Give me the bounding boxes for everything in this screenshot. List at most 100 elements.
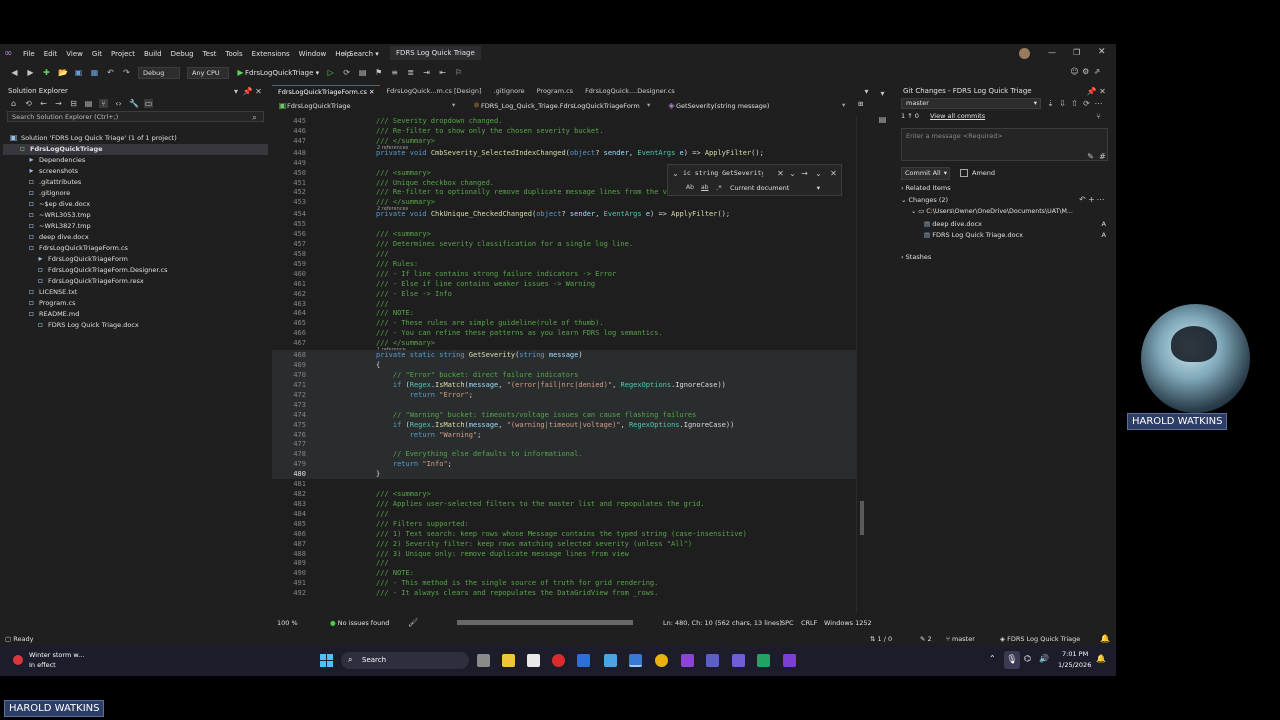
notifications-icon[interactable]: 🔔 (1100, 634, 1110, 643)
search-menu[interactable]: ⌕ Search ▾ (340, 50, 379, 59)
code-line[interactable]: 455 (272, 219, 864, 229)
repository-indicator[interactable]: ◈ FDRS Log Quick Triage (1000, 635, 1080, 643)
code-line[interactable]: 474 // "Warning" bucket: timeouts/voltag… (272, 409, 864, 420)
back-icon[interactable]: ← (39, 99, 48, 108)
code-line[interactable]: 489 /// (272, 558, 864, 568)
bookmark-icon[interactable]: ⚑ (374, 68, 383, 77)
horizontal-scrollbar[interactable] (457, 620, 633, 625)
chevron-down-icon[interactable]: ▾ (878, 89, 887, 98)
pending-changes[interactable]: ✎ 2 (920, 635, 932, 643)
remote-desktop-icon[interactable] (577, 654, 590, 667)
code-line[interactable]: 459 /// Rules: (272, 259, 864, 269)
code-line[interactable]: 490 /// NOTE: (272, 568, 864, 578)
opera-icon[interactable] (552, 654, 565, 667)
code-line[interactable]: 453/// </summary> (272, 197, 864, 207)
weather-title[interactable]: Winter storm w... (29, 651, 84, 659)
code-line[interactable]: 469 { (272, 360, 864, 371)
push-icon[interactable]: ⇧ (1070, 99, 1079, 108)
branch-indicator[interactable]: ⑂ master (946, 635, 975, 643)
pull-icon[interactable]: ⇩ (1058, 99, 1067, 108)
scrollbar-thumb[interactable] (860, 501, 864, 535)
dropdown-icon[interactable]: ▾ (232, 87, 241, 96)
sync-icon[interactable]: ⟳ (1082, 99, 1091, 108)
redo-icon[interactable]: ↷ (122, 68, 131, 77)
show-all-files-icon[interactable]: ▤ (84, 99, 93, 108)
branch-actions-icon[interactable]: ⑂ (1094, 112, 1103, 121)
issues-indicator[interactable]: ● No issues found (330, 619, 389, 627)
find-previous-icon[interactable]: ⌄ (814, 169, 823, 178)
notification-center-icon[interactable]: 🔔 (1096, 654, 1106, 663)
menu-test[interactable]: Test (203, 50, 217, 58)
hash-reference-icon[interactable]: # (1098, 152, 1107, 161)
code-line[interactable]: 487 /// 2) Severity filter: keep rows mat… (272, 539, 864, 549)
tab-4[interactable]: FdrsLogQuick....Designer.cs (579, 85, 681, 98)
tree-item[interactable]: ▫ FDRS Log Quick Triage.docx (3, 320, 268, 331)
code-line[interactable]: 476 return "Warning"; (272, 429, 864, 440)
code-line[interactable]: 484 /// (272, 509, 864, 519)
code-line[interactable]: 462 /// - Else -> Info (272, 289, 864, 299)
tree-item[interactable]: ▫ LICENSE.txt (3, 287, 268, 298)
tab-overflow-icon[interactable]: ▾ (862, 87, 871, 96)
brush-icon[interactable]: 🖌 (408, 618, 418, 627)
menu-tools[interactable]: Tools (225, 50, 242, 58)
tree-item[interactable]: ▸ FdrsLogQuickTriageForm (3, 254, 268, 265)
tree-item[interactable]: ▫ Program.cs (3, 298, 268, 309)
start-debugging-button[interactable]: ▶FdrsLogQuickTriage ▾ (236, 68, 319, 77)
commit-all-button[interactable]: Commit All ▾ (901, 167, 950, 180)
find-next-icon[interactable]: → (800, 169, 809, 178)
tree-item[interactable]: ▫ FdrsLogQuickTriageForm.Designer.cs (3, 265, 268, 276)
line-ending[interactable]: CRLF (801, 619, 817, 627)
changes-section[interactable]: ⌄ Changes (2) (901, 196, 948, 204)
teams-icon[interactable] (706, 654, 719, 667)
forward-icon[interactable]: → (54, 99, 63, 108)
store-icon[interactable] (527, 654, 540, 667)
menu-edit[interactable]: Edit (44, 50, 58, 58)
code-line[interactable]: 492 /// - It always clears and repopulate… (272, 588, 864, 598)
tab-3[interactable]: Program.cs (531, 85, 579, 98)
notepad-icon[interactable] (604, 654, 617, 667)
outdent-icon[interactable]: ⇤ (438, 68, 447, 77)
uncomment-icon[interactable]: ≣ (406, 68, 415, 77)
forward-icon[interactable]: ▶ (26, 68, 35, 77)
maximize-button[interactable]: ❐ (1073, 48, 1080, 57)
code-line[interactable]: 470 // "Error" bucket: direct failure in… (272, 370, 864, 380)
collapse-all-icon[interactable]: ⊟ (69, 99, 78, 108)
code-line[interactable]: 473 (272, 399, 864, 410)
weather-alert-icon[interactable] (13, 655, 23, 665)
split-editor-icon[interactable]: ⊞ (858, 100, 863, 108)
code-line[interactable]: 475 if (Regex.IsMatch(message, "(warning… (272, 419, 864, 430)
code-line[interactable]: 446 /// Re-filter to show only the chosen… (272, 126, 864, 136)
code-line[interactable]: 445 /// Severity dropdown changed. (272, 116, 864, 126)
more-options-icon[interactable]: ⋯ (1096, 195, 1105, 204)
code-line[interactable]: 448 private void CmbSeverity_SelectedInde… (272, 148, 864, 158)
code-line[interactable]: 464 /// NOTE: (272, 308, 864, 318)
indent-icon[interactable]: ⇥ (422, 68, 431, 77)
taskbar-time[interactable]: 7:01 PM (1062, 650, 1088, 658)
taskbar-search-box[interactable]: ⌕ Search (341, 652, 469, 669)
code-line[interactable]: 486 /// 1) Text search: keep rows whose M… (272, 529, 864, 539)
code-line[interactable]: 479 return "Info"; (272, 459, 864, 470)
filter-icon[interactable]: ⑂ (99, 98, 108, 108)
undo-icon[interactable]: ↶ (106, 68, 115, 77)
file-encoding[interactable]: Windows 1252 (824, 619, 872, 627)
find-input[interactable]: ic string GetSeverity(string (683, 168, 763, 179)
menu-file[interactable]: File (23, 50, 35, 58)
code-line[interactable]: 466 /// - You can refine these patterns a… (272, 328, 864, 338)
menu-window[interactable]: Window (299, 50, 327, 58)
pin-icon[interactable]: 📌 (243, 87, 253, 96)
class-dropdown[interactable]: ⚛FDRS_Log_Quick_Triage.FdrsLogQuickTriag… (472, 101, 652, 110)
tree-item[interactable]: ▫ .gitignore (3, 188, 268, 199)
tab-0[interactable]: FdrsLogQuickTriageForm.cs ✕ (272, 85, 381, 98)
menu-view[interactable]: View (66, 50, 83, 58)
commit-message-input[interactable]: Enter a message <Required> ✎ # (901, 128, 1108, 161)
sync-icon[interactable]: ⟲ (24, 99, 33, 108)
preview-icon[interactable]: ▭ (144, 98, 153, 108)
code-line[interactable]: 465 /// - These rules are simple guidelin… (272, 318, 864, 328)
volume-icon[interactable]: 🔊 (1039, 654, 1049, 663)
code-line[interactable]: 485 /// Filters supported: (272, 519, 864, 529)
account-avatar[interactable] (1019, 48, 1030, 59)
close-icon[interactable]: ✕ (829, 169, 838, 178)
view-all-commits-link[interactable]: View all commits (930, 112, 985, 120)
menu-extensions[interactable]: Extensions (252, 50, 290, 58)
undo-changes-icon[interactable]: ↶ (1078, 195, 1087, 204)
